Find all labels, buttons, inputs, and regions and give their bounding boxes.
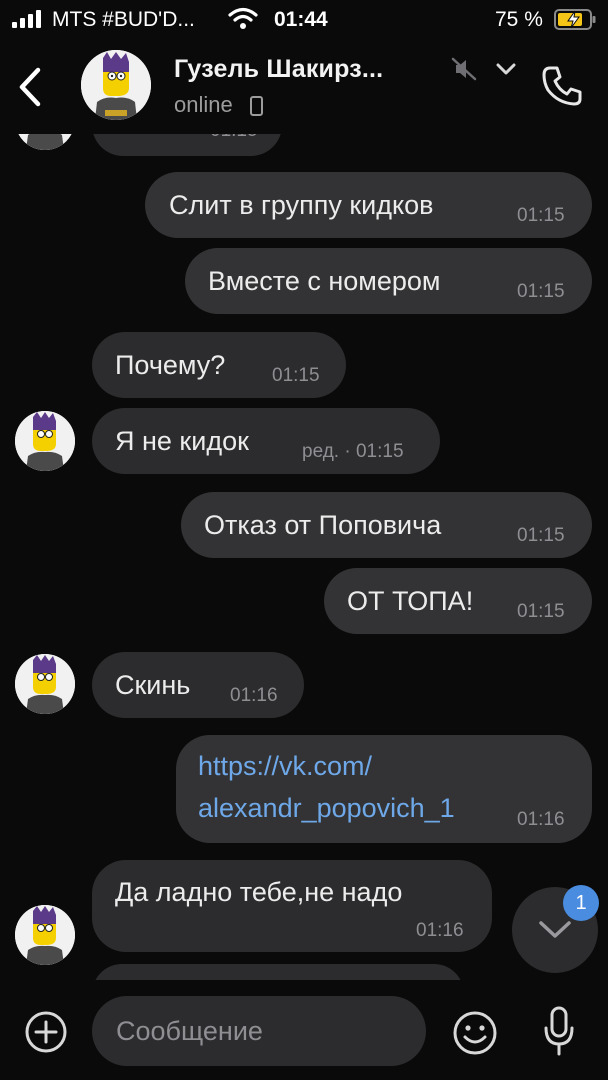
contact-avatar-small[interactable] [15, 654, 75, 714]
message-edited-time: ред. · 01:15 [302, 441, 404, 462]
message-link[interactable]: alexandr_popovich_1 [198, 793, 455, 824]
cellular-signal-icon [12, 10, 41, 28]
muted-icon [451, 57, 477, 81]
message-bubble-incoming[interactable]: Скинь 01:16 [92, 652, 304, 718]
message-bubble-outgoing[interactable]: Отказ от Поповича 01:15 [181, 492, 592, 558]
message-time: 01:15 [517, 205, 565, 226]
battery-charging-icon [554, 9, 596, 30]
message-input[interactable] [92, 996, 426, 1066]
message-composer [0, 980, 608, 1080]
message-time: 01:15 [517, 281, 565, 302]
microphone-icon[interactable] [543, 1006, 575, 1058]
contact-avatar-small[interactable] [15, 905, 75, 965]
contact-avatar[interactable] [81, 50, 151, 120]
battery-percentage: 75 % [495, 8, 543, 31]
message-bubble-incoming[interactable]: 01:15 [92, 134, 282, 156]
message-text: ОТ ТОПА! [347, 586, 474, 616]
message-text: Почему? [115, 350, 226, 380]
chevron-down-icon[interactable] [494, 60, 518, 78]
message-time: 01:16 [230, 685, 278, 706]
chevron-down-icon [539, 921, 571, 938]
message-text: Я не кидок [115, 426, 249, 456]
message-link[interactable]: https://vk.com/ [198, 751, 372, 782]
contact-avatar-small[interactable] [15, 411, 75, 471]
message-bubble-incoming[interactable]: Да ладно тебе,не надо 01:16 [92, 860, 492, 952]
clock: 01:44 [274, 8, 328, 31]
contact-name[interactable]: Гузель Шакирз... [174, 55, 383, 84]
message-time: 01:15 [272, 365, 320, 386]
bart-batman-avatar-icon [15, 905, 75, 965]
message-text: Отказ от Поповича [204, 510, 442, 540]
contact-avatar-small[interactable] [15, 134, 75, 150]
message-time: 01:15 [517, 601, 565, 622]
message-text: Слит в группу кидков [169, 190, 434, 220]
wifi-icon [228, 7, 258, 29]
message-bubble-incoming[interactable]: Почему? 01:15 [92, 332, 346, 398]
bart-batman-avatar-icon [81, 50, 151, 120]
message-bubble-incoming[interactable] [92, 964, 464, 980]
message-bubble-outgoing[interactable]: Вместе с номером 01:15 [185, 248, 592, 314]
message-bubble-incoming[interactable]: Я не кидок ред. · 01:15 [92, 408, 440, 474]
message-time: 01:15 [210, 134, 258, 142]
phone-icon[interactable] [540, 64, 584, 108]
back-chevron-icon[interactable] [14, 66, 46, 108]
message-time: 01:16 [416, 920, 464, 941]
contact-online-status: online [174, 92, 233, 117]
message-bubble-outgoing[interactable]: Слит в группу кидков 01:15 [145, 172, 592, 238]
mobile-device-icon [250, 96, 263, 116]
bart-batman-avatar-icon [15, 411, 75, 471]
message-text: Скинь [115, 670, 191, 700]
message-list[interactable]: 01:15 Слит в группу кидков 01:15 Вместе … [0, 134, 608, 980]
bart-batman-avatar-icon [15, 654, 75, 714]
status-bar: MTS #BUD'D... 01:44 75 % [0, 0, 608, 40]
emoji-icon[interactable] [452, 1010, 498, 1056]
chat-header: Гузель Шакирз... online [0, 40, 608, 134]
message-bubble-outgoing-link[interactable]: https://vk.com/ alexandr_popovich_1 01:1… [176, 735, 592, 843]
add-attachment-icon[interactable] [24, 1010, 68, 1054]
unread-count-badge: 1 [563, 885, 599, 921]
message-time: 01:15 [517, 525, 565, 546]
message-text: Да ладно тебе,не надо [115, 877, 403, 907]
carrier-name: MTS #BUD'D... [52, 8, 195, 31]
bart-batman-avatar-icon [15, 134, 75, 150]
message-bubble-outgoing[interactable]: ОТ ТОПА! 01:15 [324, 568, 592, 634]
message-text: Вместе с номером [208, 266, 441, 296]
message-time: 01:16 [517, 809, 565, 830]
